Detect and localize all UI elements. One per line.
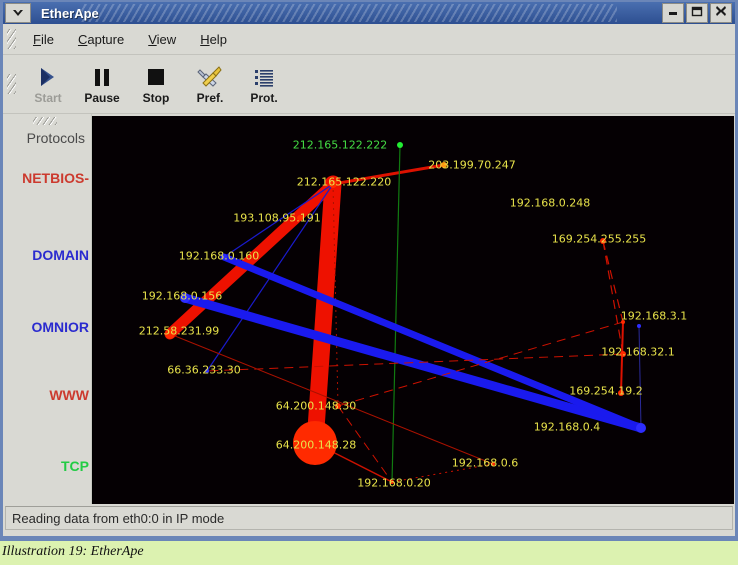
maximize-icon (691, 4, 703, 22)
menu-item-help[interactable]: Help (188, 29, 239, 50)
stop-icon (144, 63, 168, 89)
preferences-button-label: Pref. (196, 91, 224, 105)
play-icon (36, 63, 60, 89)
legend-item-tcp[interactable]: TCP (61, 458, 89, 474)
menu-help-rest: elp (209, 31, 227, 47)
status-bar: Reading data from eth0:0 in IP mode (5, 506, 733, 530)
list-icon (253, 63, 275, 89)
legend-title: Protocols (26, 130, 85, 146)
legend-drag-handle[interactable] (33, 117, 57, 125)
menu-view-rest: iew (156, 31, 177, 47)
tools-icon (197, 63, 223, 89)
graph-node[interactable] (491, 462, 495, 466)
menu-item-file[interactable]: File (21, 29, 66, 50)
graph-link[interactable] (223, 183, 334, 258)
graph-node[interactable] (165, 329, 175, 339)
minimize-button[interactable] (662, 3, 684, 23)
pause-icon (90, 63, 114, 89)
preferences-button[interactable]: Pref. (183, 55, 237, 113)
maximize-button[interactable] (686, 3, 708, 23)
menu-capture-mnemonic: C (77, 31, 88, 47)
graph-node[interactable] (618, 390, 624, 396)
graph-node[interactable] (180, 293, 190, 303)
graph-link[interactable] (602, 240, 624, 323)
pause-button-label: Pause (84, 91, 120, 105)
screenshot-root: EtherApe File Capture View Help Start Pa… (0, 0, 738, 565)
tool-bar: Start Pause Stop Pref. Prot. (3, 55, 735, 114)
legend-item-omnior[interactable]: OMNIOR (31, 319, 89, 335)
start-button-label: Start (34, 91, 62, 105)
stop-button-label: Stop (142, 91, 170, 105)
minimize-icon (667, 4, 679, 22)
graph-node[interactable] (637, 324, 641, 328)
menubar-drag-handle[interactable] (7, 29, 16, 49)
figure-caption: Illustration 19: EtherApe (2, 544, 144, 559)
graph-link[interactable] (620, 321, 624, 394)
graph-node[interactable] (397, 142, 403, 148)
menu-file-rest: ile (40, 31, 54, 47)
protocol-legend: Protocols NETBIOS- DOMAIN OMNIOR WWW TCP (3, 114, 92, 504)
legend-item-domain[interactable]: DOMAIN (32, 247, 89, 263)
network-graph-svg (164, 142, 646, 484)
close-icon (715, 4, 727, 22)
graph-link[interactable] (638, 325, 642, 429)
graph-link[interactable] (391, 463, 494, 483)
graph-node[interactable] (600, 238, 606, 244)
graph-node[interactable] (636, 423, 646, 433)
chevron-down-icon (11, 8, 25, 18)
menu-view-mnemonic: V (148, 31, 157, 47)
titlebar-hatch-decoration (81, 4, 617, 22)
status-text: Reading data from eth0:0 in IP mode (12, 510, 225, 526)
close-button[interactable] (710, 3, 732, 23)
graph-link[interactable] (306, 175, 342, 452)
network-graph-canvas[interactable]: 212.165.122.222 203.199.70.247 212.165.122… (92, 116, 734, 504)
start-button[interactable]: Start (21, 55, 75, 113)
graph-link[interactable] (391, 144, 401, 483)
title-bar: EtherApe (3, 2, 735, 24)
graph-link[interactable] (337, 405, 393, 483)
graph-node[interactable] (620, 351, 626, 357)
graph-node[interactable] (329, 180, 337, 188)
menu-capture-rest: apture (87, 31, 125, 47)
menu-help-mnemonic: H (200, 31, 210, 47)
window-title: EtherApe (41, 5, 99, 21)
legend-item-netbios[interactable]: NETBIOS- (22, 170, 89, 186)
window-controls (662, 3, 732, 23)
graph-node[interactable] (621, 320, 625, 324)
stop-button[interactable]: Stop (129, 55, 183, 113)
protocols-button-label: Prot. (250, 91, 278, 105)
protocols-button[interactable]: Prot. (237, 55, 291, 113)
legend-item-www[interactable]: WWW (49, 387, 89, 403)
graph-canvas-container: 212.165.122.222 203.199.70.247 212.165.122… (92, 114, 735, 504)
window-menu-button[interactable] (5, 3, 31, 23)
menu-file-mnemonic: F (33, 31, 41, 47)
graph-node[interactable] (297, 215, 303, 221)
graph-node[interactable] (221, 254, 227, 260)
etherape-window: EtherApe File Capture View Help Start Pa… (0, 0, 738, 541)
menu-item-capture[interactable]: Capture (66, 29, 136, 50)
graph-link[interactable] (602, 240, 624, 355)
menu-item-view[interactable]: View (136, 29, 188, 50)
menu-bar: File Capture View Help (3, 24, 735, 55)
toolbar-drag-handle[interactable] (7, 74, 16, 94)
graph-link[interactable] (332, 163, 445, 186)
graph-node[interactable] (205, 369, 209, 373)
graph-node[interactable] (335, 403, 341, 409)
graph-link[interactable] (220, 253, 645, 432)
graph-node[interactable] (390, 480, 394, 484)
graph-node[interactable] (441, 162, 447, 168)
main-body: Protocols NETBIOS- DOMAIN OMNIOR WWW TCP… (3, 114, 735, 504)
status-area: Reading data from eth0:0 in IP mode (3, 504, 735, 530)
graph-node[interactable] (293, 421, 337, 465)
pause-button[interactable]: Pause (75, 55, 129, 113)
